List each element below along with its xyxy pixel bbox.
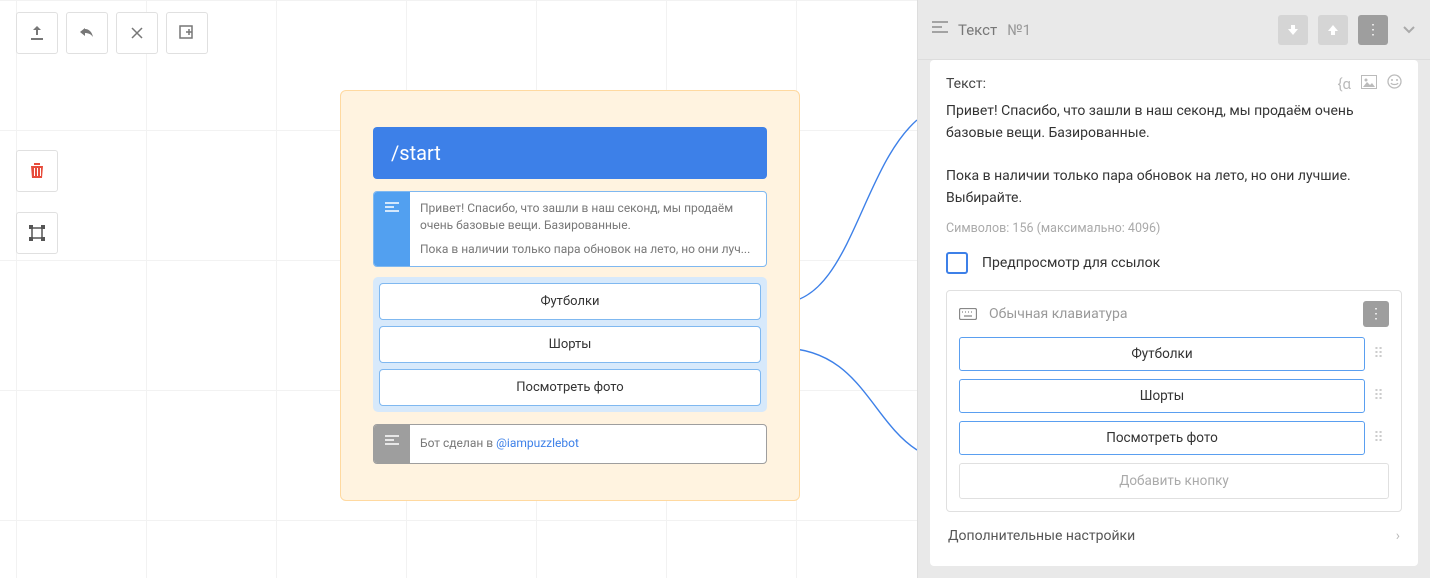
- properties-panel: Текст №1 ⋮ Текст: {α Привет! Спасибо, чт…: [917, 0, 1430, 578]
- insert-emoji-button[interactable]: [1387, 74, 1402, 93]
- main-toolbar: [16, 12, 208, 54]
- link-preview-checkbox[interactable]: [946, 252, 968, 274]
- text-field-label: Текст:: [946, 76, 986, 92]
- text-align-icon: [932, 20, 948, 39]
- drag-handle-icon[interactable]: ⠿: [1369, 337, 1389, 371]
- collapse-panel-button[interactable]: [1402, 20, 1416, 39]
- side-toolbar: [16, 150, 58, 254]
- char-count: Символов: 156 (максимально: 4096): [946, 221, 1402, 236]
- keyboard-button-item[interactable]: Посмотреть фото: [959, 421, 1365, 455]
- delete-button[interactable]: [16, 150, 58, 192]
- keyboard-type-label: Обычная клавиатура: [989, 306, 1351, 322]
- panel-block-number: №1: [1007, 21, 1031, 39]
- node-command-header: /start: [373, 127, 767, 179]
- footer-link[interactable]: @iampuzzlebot: [496, 436, 579, 450]
- block-menu-button[interactable]: ⋮: [1358, 15, 1388, 45]
- move-up-button[interactable]: [1318, 15, 1348, 45]
- drag-handle-icon[interactable]: ⠿: [1369, 379, 1389, 413]
- chevron-right-icon: ›: [1396, 528, 1400, 544]
- text-content[interactable]: Привет! Спасибо, что зашли в наш секонд,…: [946, 101, 1402, 209]
- node-keyboard-button[interactable]: Шорты: [379, 326, 761, 363]
- group-select-button[interactable]: [16, 212, 58, 254]
- keyboard-menu-button[interactable]: ⋮: [1363, 301, 1389, 327]
- insert-variable-button[interactable]: {α: [1337, 75, 1351, 93]
- drag-handle-icon[interactable]: ⠿: [1369, 421, 1389, 455]
- node-text-block[interactable]: Привет! Спасибо, что зашли в наш секонд,…: [373, 191, 767, 267]
- insert-image-button[interactable]: [1361, 75, 1377, 93]
- panel-title: Текст: [958, 21, 997, 39]
- keyboard-icon: [959, 305, 977, 324]
- editor-canvas[interactable]: /start Привет! Спасибо, что зашли в наш …: [0, 0, 917, 578]
- node-footer-text: Бот сделан в @iampuzzlebot: [410, 425, 766, 462]
- node-keyboard-button[interactable]: Посмотреть фото: [379, 369, 761, 406]
- text-align-icon: [374, 425, 410, 462]
- node-text-preview: Привет! Спасибо, что зашли в наш секонд,…: [410, 192, 766, 266]
- advanced-settings-row[interactable]: Дополнительные настройки ›: [946, 512, 1402, 548]
- node-footer-block[interactable]: Бот сделан в @iampuzzlebot: [373, 424, 767, 463]
- upload-button[interactable]: [16, 12, 58, 54]
- keyboard-button-item[interactable]: Шорты: [959, 379, 1365, 413]
- close-button[interactable]: [116, 12, 158, 54]
- text-align-icon: [374, 192, 410, 266]
- panel-header: Текст №1 ⋮: [918, 0, 1430, 60]
- panel-body: Текст: {α Привет! Спасибо, что зашли в н…: [930, 60, 1418, 566]
- bot-node[interactable]: /start Привет! Спасибо, что зашли в наш …: [340, 90, 800, 501]
- link-preview-label: Предпросмотр для ссылок: [982, 255, 1160, 271]
- undo-button[interactable]: [66, 12, 108, 54]
- move-down-button[interactable]: [1278, 15, 1308, 45]
- add-keyboard-button[interactable]: Добавить кнопку: [959, 463, 1389, 499]
- keyboard-button-item[interactable]: Футболки: [959, 337, 1365, 371]
- add-block-button[interactable]: [166, 12, 208, 54]
- node-keyboard-button[interactable]: Футболки: [379, 283, 761, 320]
- node-keyboard-group: Футболки Шорты Посмотреть фото: [373, 277, 767, 412]
- keyboard-panel: Обычная клавиатура ⋮ Футболки ⠿ Шорты ⠿ …: [946, 290, 1402, 512]
